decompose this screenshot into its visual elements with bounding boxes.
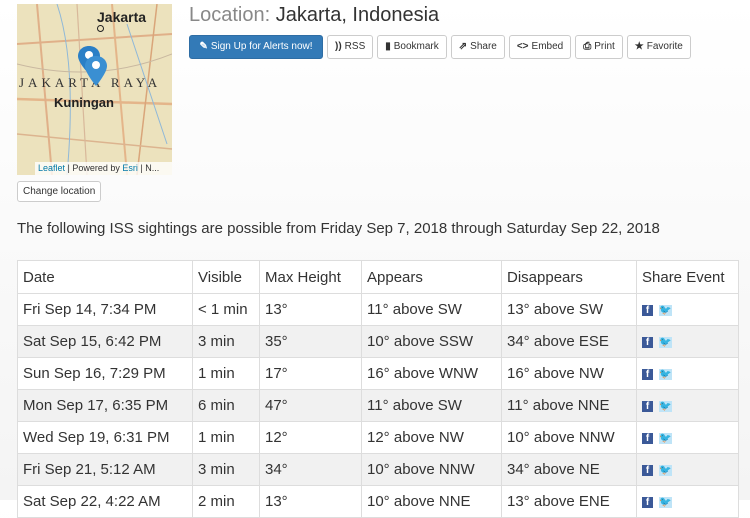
twitter-icon[interactable]: 🐦	[659, 496, 672, 508]
table-row: Wed Sep 19, 6:31 PM 1 min 12° 12° above NW 1…	[17, 421, 739, 454]
cell-date: Sat Sep 22, 4:22 AM	[17, 485, 193, 518]
edit-icon: ✎	[199, 41, 208, 52]
cell-max-height: 47°	[259, 389, 362, 422]
col-appears: Appears	[361, 260, 502, 294]
cell-disappears: 13° above ENE	[501, 485, 637, 518]
map-label-city: Jakarta	[97, 9, 147, 25]
facebook-icon[interactable]: f	[642, 336, 653, 348]
cell-disappears: 16° above NW	[501, 357, 637, 390]
cell-date: Sun Sep 16, 7:29 PM	[17, 357, 193, 390]
table-header-row: Date Visible Max Height Appears Disappea…	[17, 260, 739, 294]
cell-share-event: f 🐦	[636, 293, 739, 326]
cell-visible: < 1 min	[192, 293, 260, 326]
print-icon: ⎙	[583, 41, 592, 52]
cell-date: Fri Sep 21, 5:12 AM	[17, 453, 193, 486]
cell-share-event: f 🐦	[636, 453, 739, 486]
map-label-district: Kuningan	[54, 95, 114, 110]
favorite-button[interactable]: ★ Favorite	[626, 35, 691, 59]
cell-disappears: 34° above NE	[501, 453, 637, 486]
embed-button[interactable]: <> Embed	[508, 35, 572, 59]
cell-appears: 12° above NW	[361, 421, 502, 454]
action-toolbar: ✎ Sign Up for Alerts now! )) RSS ▮ Bookm…	[189, 35, 691, 59]
table-row: Sat Sep 22, 4:22 AM 2 min 13° 10° above NNE…	[17, 485, 739, 518]
cell-share-event: f 🐦	[636, 389, 739, 422]
change-location-button[interactable]: Change location	[17, 181, 102, 202]
location-map[interactable]: Jakarta JAKARTA RAYA Kuningan Leaflet | …	[17, 4, 172, 175]
twitter-icon[interactable]: 🐦	[659, 432, 672, 444]
cell-share-event: f 🐦	[636, 421, 739, 454]
table-row: Sat Sep 15, 6:42 PM 3 min 35° 10° above SSW…	[17, 325, 739, 358]
sign-up-alerts-button[interactable]: ✎ Sign Up for Alerts now!	[189, 35, 323, 59]
rss-button[interactable]: )) RSS	[327, 35, 374, 59]
title-label: Location:	[189, 4, 271, 26]
table-row: Fri Sep 21, 5:12 AM 3 min 34° 10° above NNW…	[17, 453, 739, 486]
cell-share-event: f 🐦	[636, 357, 739, 390]
table-row: Sun Sep 16, 7:29 PM 1 min 17° 16° above WNW…	[17, 357, 739, 390]
map-attribution: Leaflet | Powered by Esri | N...	[35, 162, 172, 175]
bookmark-icon: ▮	[385, 41, 391, 52]
cell-disappears: 13° above SW	[501, 293, 637, 326]
cell-max-height: 17°	[259, 357, 362, 390]
cell-date: Wed Sep 19, 6:31 PM	[17, 421, 193, 454]
cell-appears: 10° above SSW	[361, 325, 502, 358]
twitter-icon[interactable]: 🐦	[659, 464, 672, 476]
cell-visible: 3 min	[192, 325, 260, 358]
share-button[interactable]: ⇗ Share	[450, 35, 505, 59]
twitter-icon[interactable]: 🐦	[659, 336, 672, 348]
cell-share-event: f 🐦	[636, 325, 739, 358]
sightings-table: Date Visible Max Height Appears Disappea…	[17, 260, 739, 518]
cell-appears: 10° above NNE	[361, 485, 502, 518]
share-icon: ⇗	[458, 41, 468, 52]
col-date: Date	[17, 260, 193, 294]
col-max-height: Max Height	[259, 260, 362, 294]
cell-date: Sat Sep 15, 6:42 PM	[17, 325, 193, 358]
cell-disappears: 34° above ESE	[501, 325, 637, 358]
col-visible: Visible	[192, 260, 260, 294]
cell-disappears: 11° above NNE	[501, 389, 637, 422]
facebook-icon[interactable]: f	[642, 432, 653, 444]
leaflet-link[interactable]: Leaflet	[38, 163, 65, 173]
twitter-icon[interactable]: 🐦	[659, 304, 672, 316]
cell-appears: 16° above WNW	[361, 357, 502, 390]
cell-visible: 1 min	[192, 421, 260, 454]
cell-visible: 3 min	[192, 453, 260, 486]
facebook-icon[interactable]: f	[642, 400, 653, 412]
cell-visible: 6 min	[192, 389, 260, 422]
facebook-icon[interactable]: f	[642, 304, 653, 316]
cell-date: Fri Sep 14, 7:34 PM	[17, 293, 193, 326]
facebook-icon[interactable]: f	[642, 368, 653, 380]
esri-link[interactable]: Esri	[122, 163, 138, 173]
cell-disappears: 10° above NNW	[501, 421, 637, 454]
twitter-icon[interactable]: 🐦	[659, 368, 672, 380]
bookmark-button[interactable]: ▮ Bookmark	[377, 35, 447, 59]
page-title: Location: Jakarta, Indonesia	[189, 4, 439, 27]
cell-visible: 2 min	[192, 485, 260, 518]
twitter-icon[interactable]: 🐦	[659, 400, 672, 412]
title-location: Jakarta, Indonesia	[270, 4, 440, 26]
table-row: Fri Sep 14, 7:34 PM < 1 min 13° 11° above S…	[17, 293, 739, 326]
table-row: Mon Sep 17, 6:35 PM 6 min 47° 11° above SW 1…	[17, 389, 739, 422]
star-icon: ★	[634, 41, 644, 52]
facebook-icon[interactable]: f	[642, 464, 653, 476]
cell-max-height: 34°	[259, 453, 362, 486]
sightings-intro: The following ISS sightings are possible…	[17, 220, 660, 237]
print-button[interactable]: ⎙ Print	[575, 35, 623, 59]
city-marker-icon	[97, 25, 104, 32]
col-share-event: Share Event	[636, 260, 739, 294]
col-disappears: Disappears	[501, 260, 637, 294]
cell-share-event: f 🐦	[636, 485, 739, 518]
cell-max-height: 12°	[259, 421, 362, 454]
map-marker-icon[interactable]	[78, 44, 108, 90]
cell-appears: 11° above SW	[361, 293, 502, 326]
cell-visible: 1 min	[192, 357, 260, 390]
cell-appears: 11° above SW	[361, 389, 502, 422]
cell-max-height: 35°	[259, 325, 362, 358]
cell-max-height: 13°	[259, 485, 362, 518]
cell-date: Mon Sep 17, 6:35 PM	[17, 389, 193, 422]
cell-appears: 10° above NNW	[361, 453, 502, 486]
code-icon: <>	[516, 41, 529, 52]
rss-icon: ))	[335, 41, 342, 52]
cell-max-height: 13°	[259, 293, 362, 326]
facebook-icon[interactable]: f	[642, 496, 653, 508]
